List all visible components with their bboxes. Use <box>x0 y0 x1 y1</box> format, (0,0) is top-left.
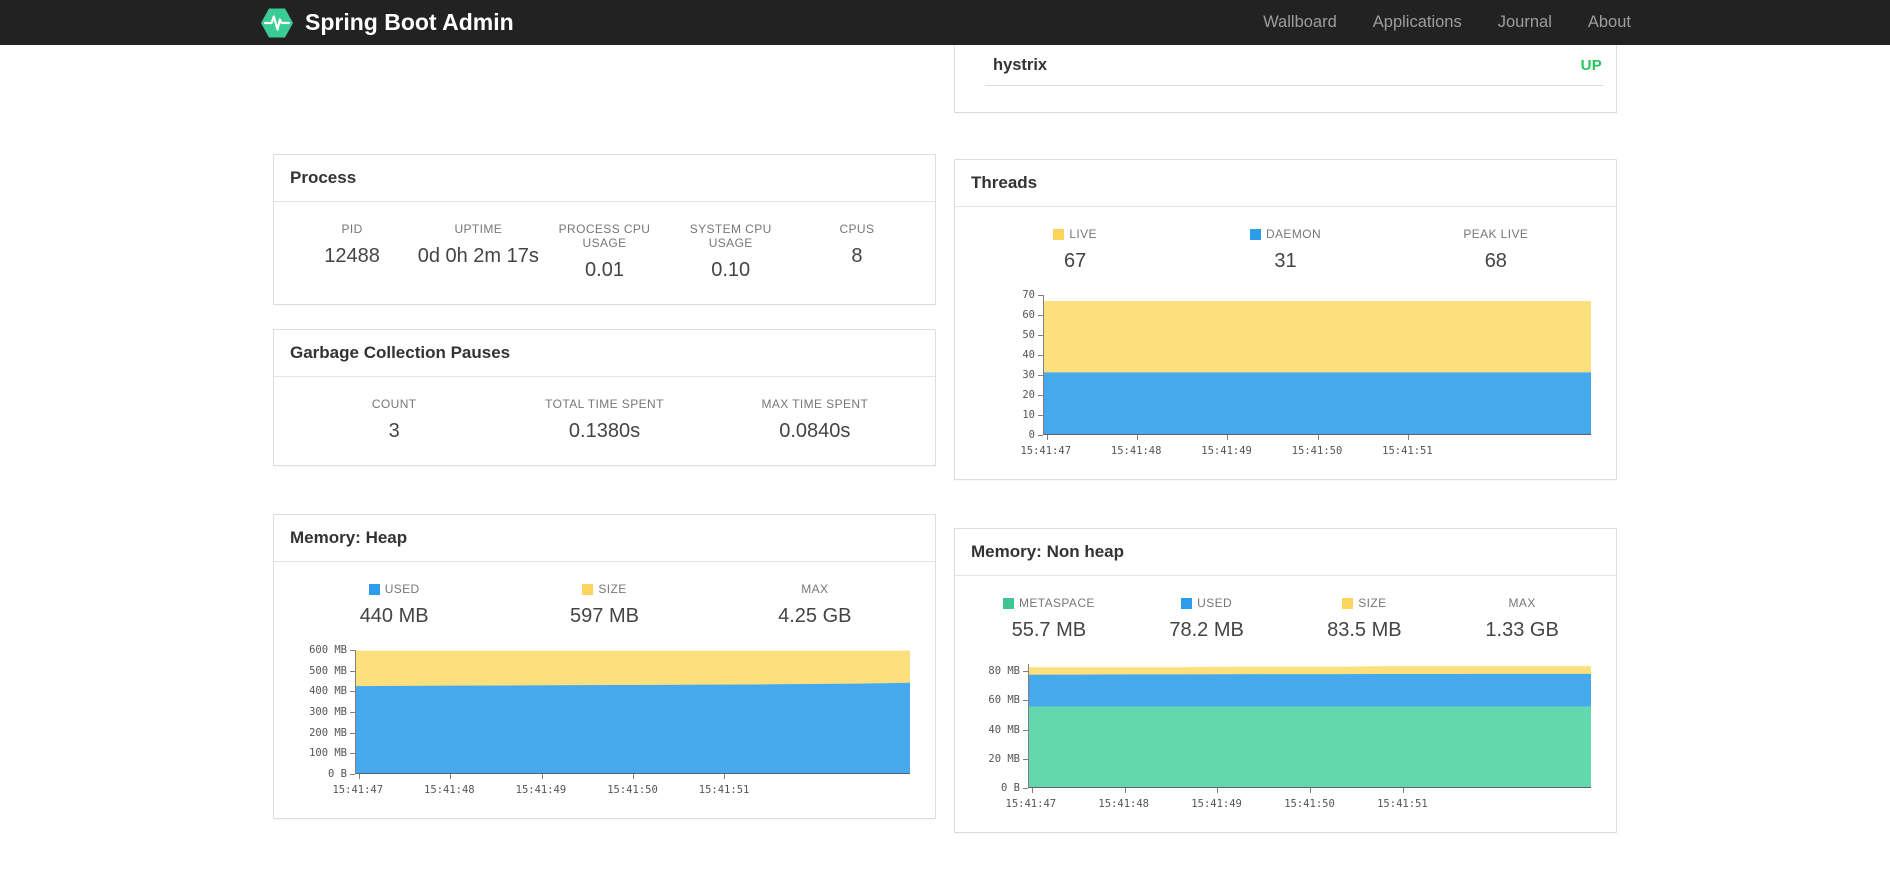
brand-title: Spring Boot Admin <box>305 9 514 35</box>
nonheap-used-series-swatch <box>1181 597 1193 609</box>
nav-item-journal[interactable]: Journal <box>1498 13 1552 32</box>
memory-nonheap-card: Memory: Non heap METASPACE 55.7 MB USED <box>954 528 1617 833</box>
nav-item-applications[interactable]: Applications <box>1373 13 1462 32</box>
metaspace-series-swatch <box>1002 597 1014 609</box>
gc-pauses-card: Garbage Collection Pauses COUNT 3 TOTAL … <box>273 329 936 466</box>
metric-system-cpu-usage: SYSTEM CPU USAGE 0.10 <box>689 222 772 281</box>
metric-threads-daemon: DAEMON 31 <box>1180 227 1390 273</box>
metric-pid: PID 12488 <box>324 222 380 267</box>
health-status-card: hystrix UP <box>954 45 1617 113</box>
memory-heap-card: Memory: Heap USED 440 MB SIZE 597 MB MAX… <box>273 514 936 819</box>
heap-size-series-swatch <box>582 583 594 595</box>
metric-uptime: UPTIME 0d 0h 2m 17s <box>417 222 539 267</box>
nav-item-wallboard[interactable]: Wallboard <box>1263 13 1337 32</box>
health-indicator-name: hystrix <box>993 56 1048 74</box>
metric-cpus: CPUS 8 <box>839 222 875 267</box>
metric-gc-max-time: MAX TIME SPENT 0.0840s <box>761 397 869 442</box>
gc-card-title: Garbage Collection Pauses <box>274 330 935 377</box>
threads-card-title: Threads <box>955 160 1616 207</box>
left-column: Process PID 12488 UPTIME 0d 0h 2m 17s PR… <box>273 45 936 819</box>
metric-nonheap-size: SIZE 83.5 MB <box>1327 596 1402 641</box>
threads-chart: 0 10 20 30 40 50 60 70 15:41:47 15:41:48 15:41:49 1… <box>970 289 1601 457</box>
metric-nonheap-used: USED 78.2 MB <box>1169 596 1244 641</box>
process-card-title: Process <box>274 155 935 202</box>
memory-heap-chart: 0 B 100 MB 200 MB 300 MB 400 MB 500 MB 600 MB 1… <box>289 644 920 796</box>
live-series-swatch <box>1053 228 1065 240</box>
health-row-hystrix: hystrix UP <box>955 45 1616 75</box>
metric-heap-size: SIZE 597 MB <box>570 582 639 627</box>
metric-heap-used: USED 440 MB <box>359 582 429 627</box>
metric-threads-live: LIVE 67 <box>970 227 1180 273</box>
metric-process-cpu-usage: PROCESS CPU USAGE 0.01 <box>558 222 651 281</box>
divider <box>985 85 1604 86</box>
status-badge: UP <box>1580 57 1602 74</box>
metric-gc-total-time: TOTAL TIME SPENT 0.1380s <box>545 397 664 442</box>
top-navbar: Spring Boot Admin Wallboard Applications… <box>0 0 1890 45</box>
threads-card: Threads LIVE 67 DAEMON 31 PEAK LIVE 68 0… <box>954 159 1617 480</box>
main-nav: Wallboard Applications Journal About <box>1263 13 1631 32</box>
daemon-series-swatch <box>1249 228 1261 240</box>
memory-heap-card-title: Memory: Heap <box>274 515 935 562</box>
metric-threads-peak-live: PEAK LIVE 68 <box>1463 227 1529 272</box>
metric-heap-max: MAX 4.25 GB <box>778 582 852 627</box>
metric-gc-count: COUNT 3 <box>371 397 417 442</box>
metric-nonheap-max: MAX 1.33 GB <box>1485 596 1559 641</box>
metric-nonheap-metaspace: METASPACE 55.7 MB <box>970 596 1128 642</box>
right-column: hystrix UP Threads LIVE 67 DAEMON 31 PEA… <box>954 45 1617 833</box>
nonheap-size-series-swatch <box>1342 597 1354 609</box>
main-content: Process PID 12488 UPTIME 0d 0h 2m 17s PR… <box>273 45 1617 833</box>
spring-boot-admin-logo-icon <box>259 5 295 41</box>
memory-nonheap-chart: 0 B 20 MB 40 MB 60 MB 80 MB 15:41:47 15:41:48 1… <box>970 658 1601 810</box>
brand-link[interactable]: Spring Boot Admin <box>259 5 514 41</box>
nav-item-about[interactable]: About <box>1588 13 1631 32</box>
memory-nonheap-card-title: Memory: Non heap <box>955 529 1616 576</box>
process-card: Process PID 12488 UPTIME 0d 0h 2m 17s PR… <box>273 154 936 305</box>
heap-used-series-swatch <box>368 583 380 595</box>
